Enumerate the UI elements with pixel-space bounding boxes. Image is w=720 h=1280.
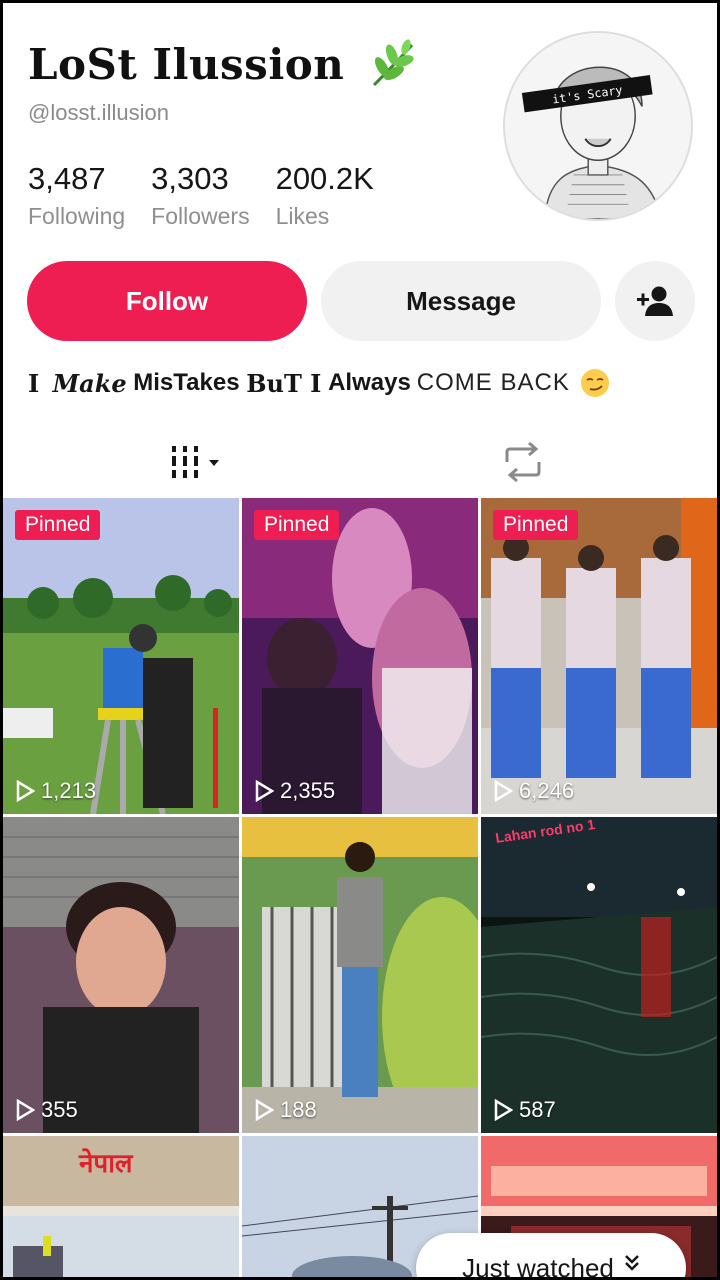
play-icon	[494, 780, 513, 802]
bio-text-1: I	[28, 368, 40, 398]
just-watched-label: Just watched	[462, 1253, 614, 1277]
profile-tabs	[3, 423, 717, 501]
followers-label: Followers	[151, 203, 250, 229]
bio: I Make MisTakes BuT I Always COME BACK	[28, 368, 610, 398]
view-count: 188	[254, 1097, 317, 1123]
video-tile[interactable]: 188	[242, 817, 478, 1133]
tab-reposts[interactable]	[483, 423, 563, 501]
avatar[interactable]: it's Scary	[503, 31, 693, 221]
video-overlay-text: नेपाल	[79, 1149, 133, 1179]
followers-count: 3,303	[151, 161, 229, 196]
tab-videos[interactable]	[158, 423, 238, 501]
video-thumbnail	[481, 498, 717, 814]
video-thumbnail	[242, 817, 478, 1133]
pinned-badge: Pinned	[493, 510, 579, 540]
video-tile[interactable]: Pinned 6,246	[481, 498, 717, 814]
just-watched-button[interactable]: Just watched	[416, 1233, 686, 1277]
stat-followers[interactable]: 3,303 Followers	[151, 161, 249, 230]
video-tile[interactable]: Lahan rod no 1 587	[481, 817, 717, 1133]
view-count: 1,213	[15, 778, 96, 804]
profile-screen: LoSt Ilussion @losst.illusion it's Scary…	[3, 3, 717, 1277]
display-name: LoSt Ilussion	[28, 39, 345, 89]
view-count: 355	[15, 1097, 78, 1123]
bio-text-2: Make	[52, 368, 127, 398]
add-user-icon	[637, 286, 673, 316]
following-label: Following	[28, 203, 126, 229]
pinned-badge: Pinned	[254, 510, 340, 540]
play-icon	[16, 780, 35, 802]
video-tile[interactable]: 355	[3, 817, 239, 1133]
grid-icon	[172, 446, 219, 478]
message-button[interactable]: Message	[321, 261, 601, 341]
follow-button[interactable]: Follow	[27, 261, 307, 341]
stat-following[interactable]: 3,487 Following	[28, 161, 125, 230]
play-icon	[494, 1099, 513, 1121]
stats-row: 3,487 Following 3,303 Followers 200.2K L…	[28, 161, 400, 230]
following-count: 3,487	[28, 161, 106, 196]
play-icon	[16, 1099, 35, 1121]
repost-icon	[505, 442, 541, 482]
view-count: 2,355	[254, 778, 335, 804]
bio-text-5: Always	[328, 369, 411, 396]
video-thumbnail	[242, 498, 478, 814]
add-friend-button[interactable]	[615, 261, 695, 341]
video-thumbnail	[481, 817, 717, 1133]
smirk-emoji-icon	[580, 369, 609, 397]
bio-text-3: MisTakes	[133, 369, 240, 396]
double-chevron-down-icon	[624, 1255, 639, 1271]
video-tile[interactable]: नेपाल	[3, 1136, 239, 1277]
stat-likes: 200.2K Likes	[276, 161, 374, 230]
likes-count: 200.2K	[275, 161, 374, 196]
pinned-badge: Pinned	[15, 510, 101, 540]
view-count: 587	[493, 1097, 556, 1123]
name-row: LoSt Ilussion	[28, 37, 420, 91]
likes-label: Likes	[275, 203, 330, 229]
view-count: 6,246	[493, 778, 574, 804]
bio-text-4: BuT I	[246, 368, 322, 398]
username: @losst.illusion	[28, 100, 169, 125]
play-icon	[255, 1099, 274, 1121]
video-tile[interactable]: Pinned 1,213	[3, 498, 239, 814]
leaf-icon	[373, 39, 414, 87]
bio-text-6: COME BACK	[416, 369, 570, 396]
video-thumbnail	[3, 498, 239, 814]
video-tile[interactable]: Pinned 2,355	[242, 498, 478, 814]
play-icon	[255, 780, 274, 802]
video-thumbnail	[3, 817, 239, 1133]
